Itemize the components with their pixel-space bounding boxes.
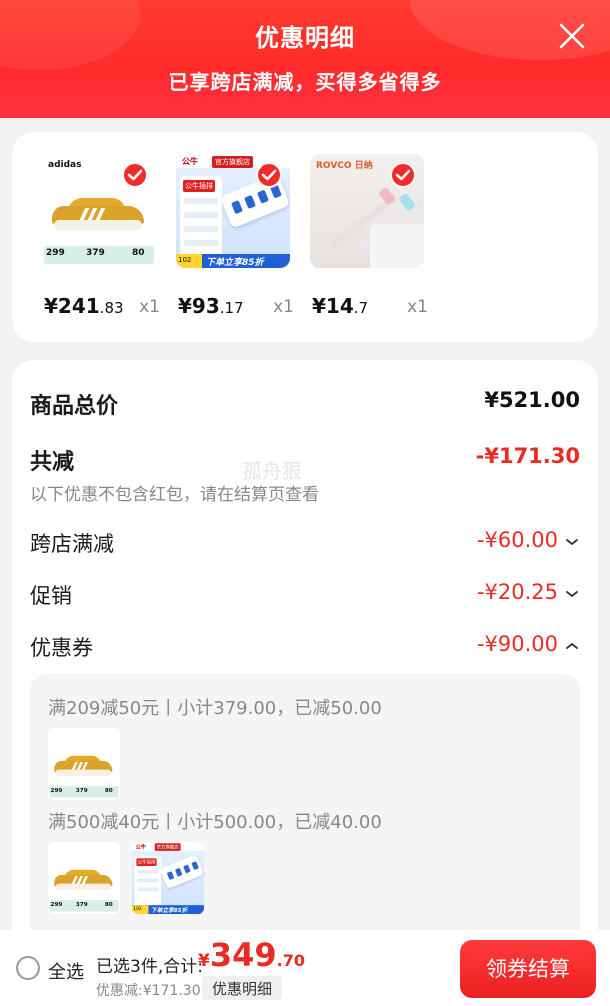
discount-detail-button[interactable]: 优惠明细 xyxy=(202,976,283,1000)
chevron-down-icon xyxy=(566,539,578,546)
brand-logo: adidas xyxy=(48,160,82,170)
product-thumbnail-power-strip[interactable]: 公牛 官方旗舰店 公牛插排 102 下单立享85折 xyxy=(176,154,290,268)
discount-summary-card: 商品总价 ¥521.00 共减 -¥171.30 孤舟狠 以下优惠不包含红包，请… xyxy=(12,360,598,960)
selected-count-text: 已选3件,合计: xyxy=(96,957,203,977)
discount-amount-text: 优惠减:¥171.30 xyxy=(96,983,201,999)
product-price: ¥93.17 xyxy=(178,294,244,318)
coupon-rule: 满209减50元丨小计379.00，已减50.00 xyxy=(48,698,382,719)
checkout-bar: 全选 已选3件,合计: ¥349.70 优惠减:¥171.30 优惠明细 领券结… xyxy=(0,930,610,1006)
selected-check-icon[interactable] xyxy=(122,162,148,188)
chevron-down-icon xyxy=(566,591,578,598)
select-all-radio[interactable] xyxy=(16,956,40,980)
selected-check-icon[interactable] xyxy=(256,162,282,188)
reduction-note: 以下优惠不包含红包，请在结算页查看 xyxy=(30,485,319,505)
brand-logo: 公牛 xyxy=(182,157,198,166)
header-banner: 优惠明细 已享跨店满减，买得多省得多 xyxy=(0,0,610,118)
product-quantity: x1 xyxy=(407,297,428,317)
close-icon xyxy=(559,23,585,49)
coupon-detail-panel: 满209减50元丨小计379.00，已减50.00 299 379 80 满50… xyxy=(30,674,580,944)
product-quantity: x1 xyxy=(139,297,160,317)
page-title: 优惠明细 xyxy=(255,24,355,52)
checkout-button[interactable]: 领券结算 xyxy=(460,940,596,998)
coupon-product-thumbnail-sneaker[interactable]: 299 379 80 xyxy=(48,728,120,800)
close-button[interactable] xyxy=(554,18,590,54)
page-subtitle: 已享跨店满减，买得多省得多 xyxy=(168,70,442,94)
select-all-label[interactable]: 全选 xyxy=(48,958,84,984)
product-item[interactable]: adidas 299 379 80 ¥241.83 x1 xyxy=(42,154,160,318)
total-reduction-label: 共减 xyxy=(30,450,75,475)
product-thumbnail-toothbrush[interactable]: ROVCO 日纳 xyxy=(310,154,424,268)
product-thumbnail-sneaker[interactable]: adidas 299 379 80 xyxy=(42,154,156,268)
product-price: ¥14.7 xyxy=(312,294,369,318)
product-price: ¥241.83 xyxy=(44,294,124,318)
product-item[interactable]: ROVCO 日纳 ¥14.7 x1 xyxy=(310,154,428,318)
selected-check-icon[interactable] xyxy=(390,162,416,188)
selected-products-card: adidas 299 379 80 ¥241.83 x1 公牛 官方旗舰店 公牛… xyxy=(12,132,598,342)
coupon-rule: 满500减40元丨小计500.00，已减40.00 xyxy=(48,812,382,833)
coupon-product-thumbnail-power-strip[interactable]: 公牛 官方旗舰店 公牛插排 102 下单立享85折 xyxy=(132,842,204,914)
total-price-value: ¥521.00 xyxy=(484,388,580,412)
coupon-product-thumbnail-sneaker[interactable]: 299 379 80 xyxy=(48,842,120,914)
chevron-up-icon xyxy=(566,642,578,649)
total-reduction-value: -¥171.30 xyxy=(475,444,580,468)
product-quantity: x1 xyxy=(273,297,294,317)
total-price-label: 商品总价 xyxy=(30,394,119,419)
brand-logo: ROVCO 日纳 xyxy=(316,161,373,171)
total-amount: ¥349.70 xyxy=(198,936,305,974)
product-item[interactable]: 公牛 官方旗舰店 公牛插排 102 下单立享85折 ¥93.17 x1 xyxy=(176,154,294,318)
